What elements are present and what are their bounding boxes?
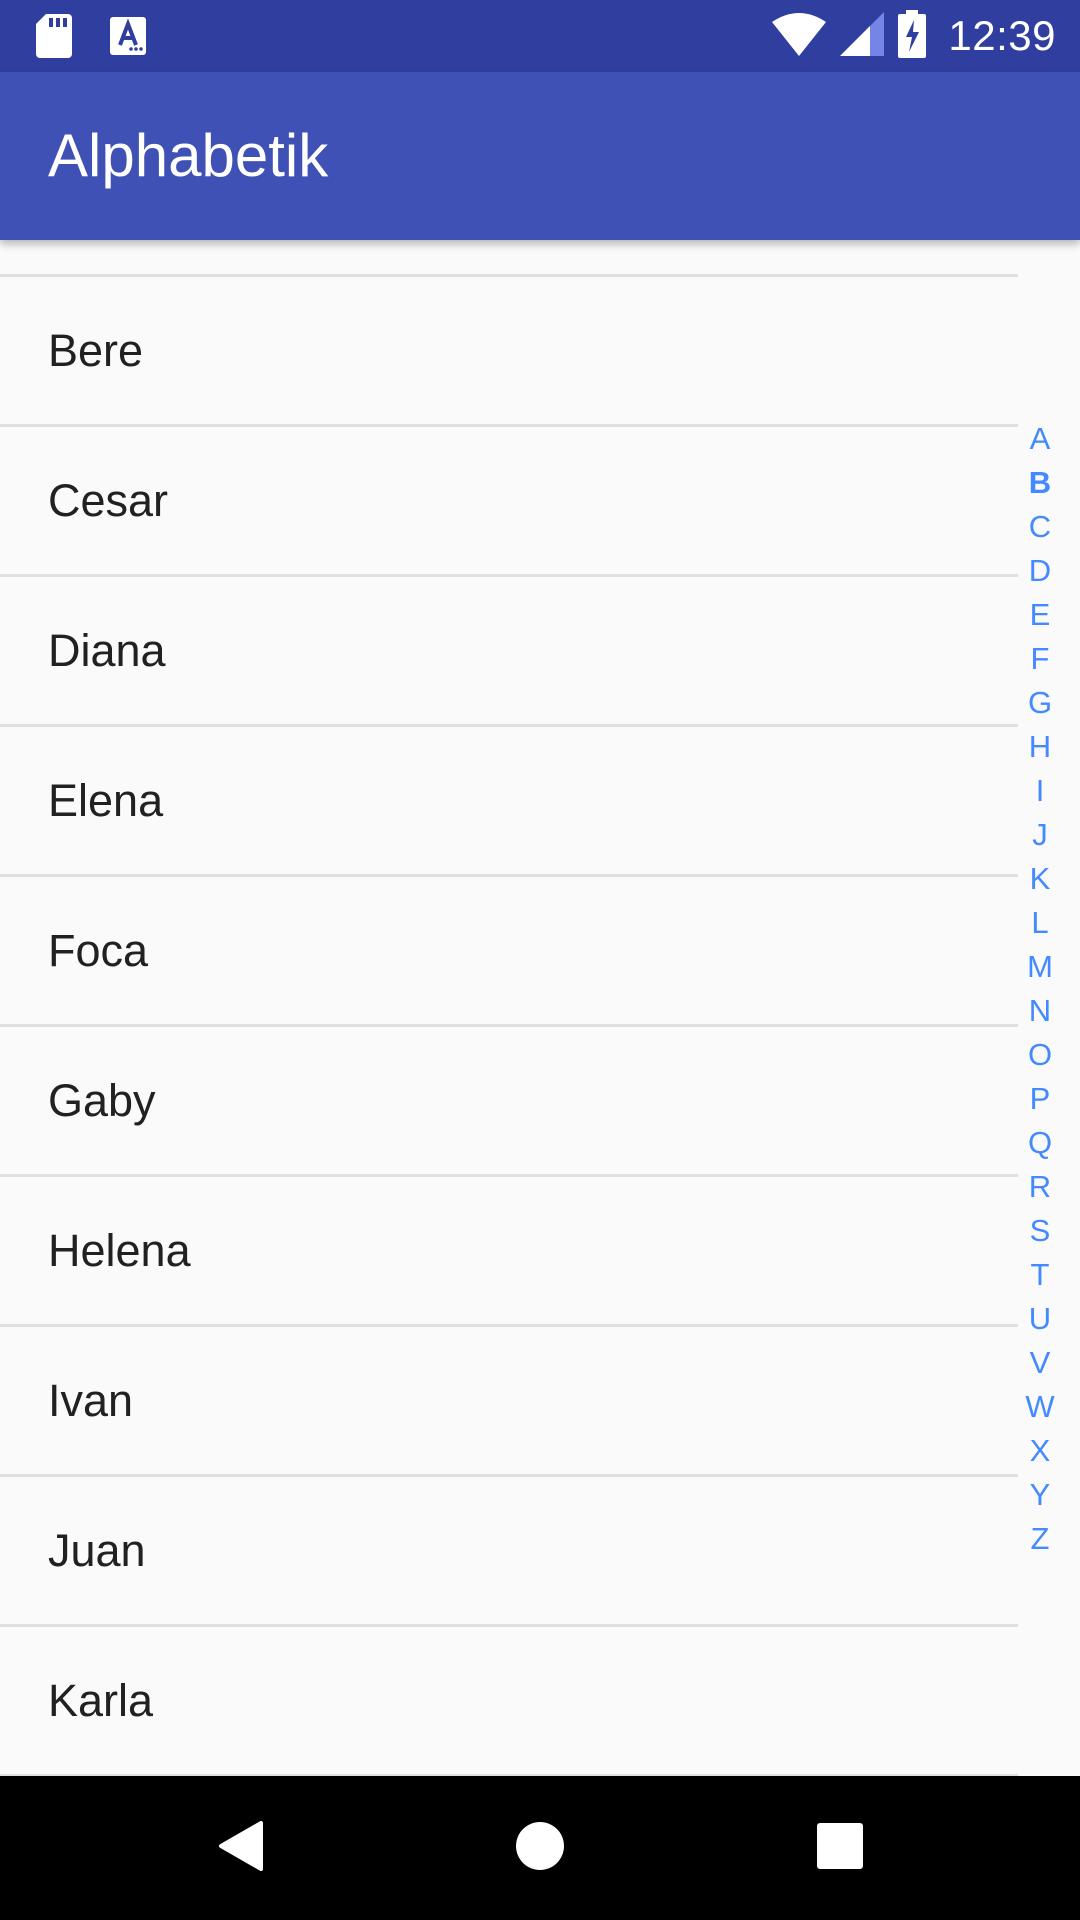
- index-letter-k[interactable]: K: [1018, 857, 1062, 901]
- list-item-label: Diana: [48, 625, 166, 676]
- recents-button[interactable]: [768, 1776, 912, 1920]
- list-item-label: Ivan: [48, 1375, 134, 1426]
- index-letter-f[interactable]: F: [1018, 637, 1062, 681]
- list-item-label: Karla: [48, 1675, 154, 1726]
- app-bar: Alphabetik: [0, 72, 1080, 240]
- list-item[interactable]: Foca: [0, 877, 1018, 1027]
- list-item[interactable]: Helena: [0, 1177, 1018, 1327]
- index-letter-h[interactable]: H: [1018, 725, 1062, 769]
- index-letter-p[interactable]: P: [1018, 1077, 1062, 1121]
- list-item[interactable]: Elena: [0, 727, 1018, 877]
- names-list[interactable]: Bere Cesar Diana Elena Foca Gaby Helena …: [0, 240, 1018, 1776]
- index-letter-m[interactable]: M: [1018, 945, 1062, 989]
- index-letter-q[interactable]: Q: [1018, 1121, 1062, 1165]
- recents-icon: [817, 1822, 863, 1874]
- index-letter-o[interactable]: O: [1018, 1033, 1062, 1077]
- list-item[interactable]: Gaby: [0, 1027, 1018, 1177]
- index-letter-r[interactable]: R: [1018, 1165, 1062, 1209]
- list-item[interactable]: Cesar: [0, 427, 1018, 577]
- list-item[interactable]: Juan: [0, 1477, 1018, 1627]
- index-letter-g[interactable]: G: [1018, 681, 1062, 725]
- status-time: 12:39: [948, 12, 1056, 59]
- sd-card-icon: [36, 14, 72, 63]
- home-button[interactable]: [468, 1776, 612, 1920]
- index-letter-j[interactable]: J: [1018, 813, 1062, 857]
- navigation-bar: [0, 1776, 1080, 1920]
- index-letter-v[interactable]: V: [1018, 1341, 1062, 1385]
- index-letter-y[interactable]: Y: [1018, 1473, 1062, 1517]
- index-letter-a[interactable]: A: [1018, 417, 1062, 461]
- index-letter-d[interactable]: D: [1018, 549, 1062, 593]
- index-letter-x[interactable]: X: [1018, 1429, 1062, 1473]
- cell-signal-icon: [840, 11, 885, 61]
- list-item-label: Foca: [48, 925, 149, 976]
- list-item-label: Elena: [48, 775, 164, 826]
- list-item[interactable]: Bere: [0, 277, 1018, 427]
- list-item[interactable]: Diana: [0, 577, 1018, 727]
- app-title: Alphabetik: [48, 122, 329, 189]
- index-letter-u[interactable]: U: [1018, 1297, 1062, 1341]
- back-button[interactable]: [168, 1776, 312, 1920]
- index-letter-t[interactable]: T: [1018, 1253, 1062, 1297]
- index-letter-l[interactable]: L: [1018, 901, 1062, 945]
- index-letter-z[interactable]: Z: [1018, 1517, 1062, 1561]
- battery-charging-icon: [898, 9, 927, 63]
- index-letter-b[interactable]: B: [1018, 461, 1062, 505]
- index-letter-i[interactable]: I: [1018, 769, 1062, 813]
- list-item-label: Bere: [48, 325, 144, 376]
- wifi-icon: [772, 12, 827, 61]
- text-notification-icon: [110, 17, 146, 60]
- list-item-label: Juan: [48, 1525, 146, 1576]
- status-notifications: [36, 14, 146, 63]
- list-item-label: Gaby: [48, 1075, 156, 1126]
- index-letter-s[interactable]: S: [1018, 1209, 1062, 1253]
- index-letter-w[interactable]: W: [1018, 1385, 1062, 1429]
- list-item[interactable]: Ivan: [0, 1327, 1018, 1477]
- status-bar: 12:39: [0, 0, 1080, 72]
- home-icon: [516, 1821, 564, 1875]
- list-item-label: Helena: [48, 1225, 191, 1276]
- status-system-icons: 12:39: [772, 9, 1056, 63]
- index-letter-c[interactable]: C: [1018, 505, 1062, 549]
- index-letter-e[interactable]: E: [1018, 593, 1062, 637]
- back-icon: [217, 1820, 263, 1876]
- list-item-label: Cesar: [48, 475, 169, 526]
- index-letter-n[interactable]: N: [1018, 989, 1062, 1033]
- alphabet-index-bar[interactable]: A B C D E F G H I J K L M N O P Q R S T …: [1018, 417, 1062, 1561]
- list-item[interactable]: Karla: [0, 1627, 1018, 1776]
